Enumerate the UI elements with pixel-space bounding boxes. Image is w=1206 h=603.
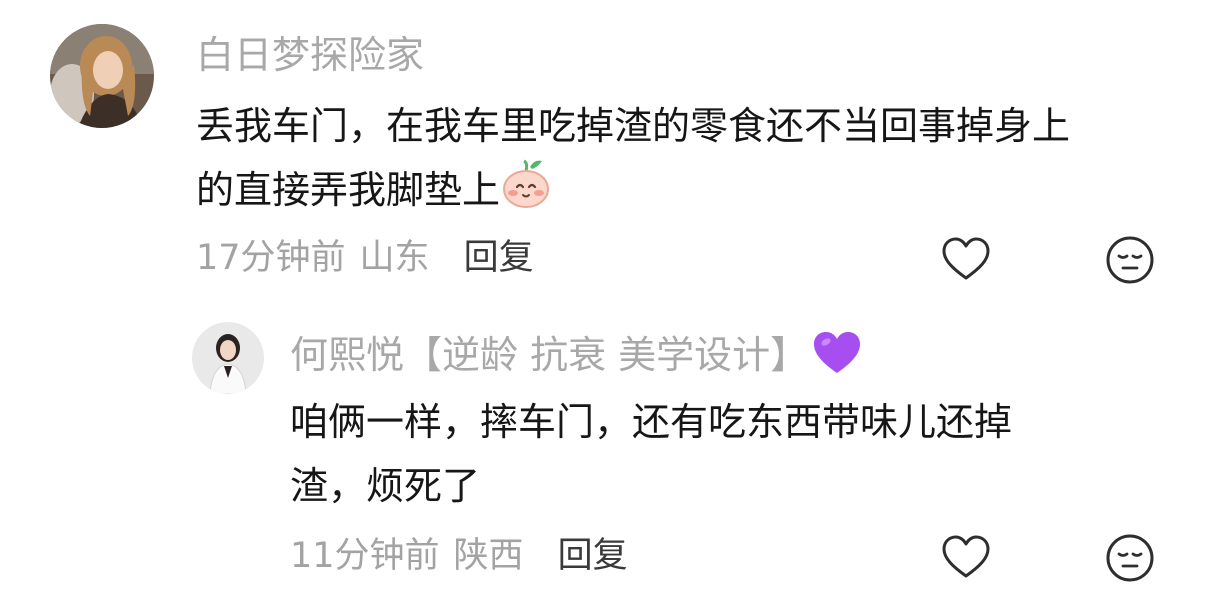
comment-location: 陕西 — [453, 536, 524, 576]
username[interactable]: 何熙悦【逆龄 抗衰 美学设计】 — [290, 330, 862, 386]
heart-outline-icon[interactable] — [940, 234, 992, 286]
avatar[interactable] — [192, 322, 264, 394]
comment-time: 17分钟前 — [196, 238, 346, 278]
comment-text: 咱俩一样，摔车门，还有吃东西带味儿还掉 渣，烦死了 — [290, 390, 1150, 518]
heart-outline-icon[interactable] — [940, 532, 992, 584]
reply-button[interactable]: 回复 — [558, 536, 628, 576]
username[interactable]: 白日梦探险家 — [196, 32, 424, 78]
comment-text-line: 渣，烦死了 — [290, 464, 481, 508]
blush-peach-emoji — [500, 159, 552, 228]
avatar[interactable] — [50, 24, 154, 128]
comment-text-line: 的直接弄我脚垫上 — [196, 158, 1176, 228]
relieved-face-icon[interactable] — [1104, 532, 1156, 584]
comment-text-line: 丢我车门，在我车里吃掉渣的零食还不当回事掉身上 — [196, 104, 1071, 148]
comment-text-line: 咱俩一样，摔车门，还有吃东西带味儿还掉 — [290, 400, 1013, 444]
reply-button[interactable]: 回复 — [464, 238, 534, 278]
comment-meta: 17分钟前 山东 回复 — [196, 236, 534, 280]
comment-time: 11分钟前 — [290, 536, 440, 576]
comment-location: 山东 — [359, 238, 430, 278]
comment-text-line-2: 的直接弄我脚垫上 — [196, 168, 501, 212]
username-text: 何熙悦【逆龄 抗衰 美学设计】 — [290, 333, 809, 377]
comment-text: 丢我车门，在我车里吃掉渣的零食还不当回事掉身上 的直接弄我脚垫上 — [196, 94, 1176, 228]
comment-meta: 11分钟前 陕西 回复 — [290, 534, 628, 578]
relieved-face-icon[interactable] — [1104, 234, 1156, 286]
purple-heart-emoji — [812, 330, 862, 386]
